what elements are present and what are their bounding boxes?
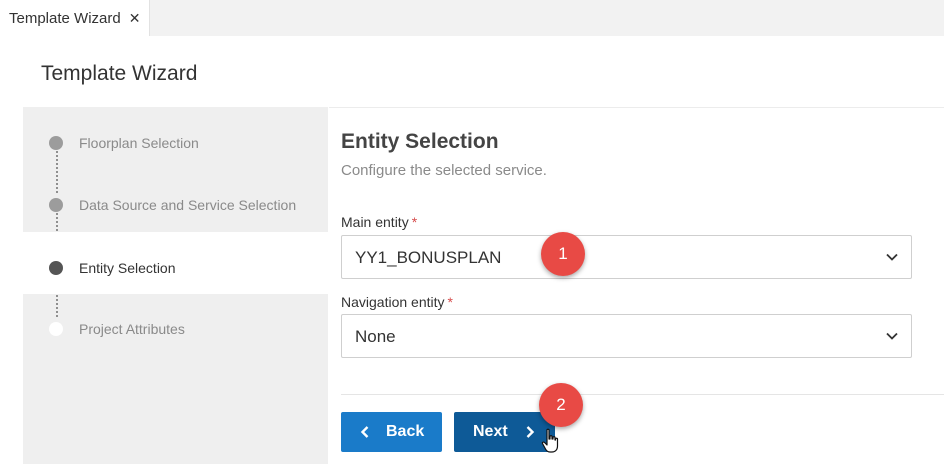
chevron-down-icon [886,332,898,340]
main-entity-label: Main entity * [341,214,417,230]
divider [329,107,944,108]
step-indicator [49,136,63,150]
step-label: Entity Selection [79,260,176,276]
back-button-label: Back [386,423,425,440]
wizard-step-entity-selection[interactable]: Entity Selection [23,232,328,294]
back-button[interactable]: Back [341,412,442,452]
chevron-down-icon [886,253,898,261]
chevron-right-icon [524,425,536,439]
close-icon[interactable]: ✕ [129,10,141,27]
tab-label: Template Wizard [9,9,121,27]
tab-template-wizard[interactable]: Template Wizard ✕ [0,0,150,36]
required-marker: * [447,294,453,310]
hand-pointer-icon [541,428,559,453]
wizard-steps-panel: Floorplan Selection Data Source and Serv… [23,107,328,464]
page-title: Template Wizard [41,62,198,85]
step-indicator [49,198,63,212]
divider [341,394,944,395]
navigation-entity-select[interactable]: None [341,314,912,358]
wizard-step-floorplan-selection[interactable]: Floorplan Selection [23,113,328,175]
main-entity-value: YY1_BONUSPLAN [355,248,502,267]
navigation-entity-value: None [355,327,396,346]
wizard-content: Entity Selection Configure the selected … [329,107,944,464]
section-subtitle: Configure the selected service. [341,162,547,179]
step-label: Floorplan Selection [79,135,199,151]
section-title: Entity Selection [341,130,499,153]
step-label: Project Attributes [79,321,185,337]
navigation-entity-label: Navigation entity * [341,294,453,310]
required-marker: * [411,214,418,230]
step-indicator [49,261,63,275]
navigation-entity-label-text: Navigation entity [341,294,445,310]
step-indicator [49,322,63,336]
main-entity-select[interactable]: YY1_BONUSPLAN [341,235,912,279]
wizard-step-data-source[interactable]: Data Source and Service Selection [23,175,328,237]
chevron-left-icon [360,426,369,438]
step-annotation-badge: 2 [539,383,583,427]
step-annotation-badge: 1 [541,232,585,276]
next-button[interactable]: Next [454,412,555,452]
next-button-label: Next [473,423,508,440]
main-entity-label-text: Main entity [341,214,409,230]
wizard-step-project-attributes[interactable]: Project Attributes [23,299,328,361]
editor-tab-bar: Template Wizard ✕ [0,0,944,36]
step-label: Data Source and Service Selection [79,197,297,213]
